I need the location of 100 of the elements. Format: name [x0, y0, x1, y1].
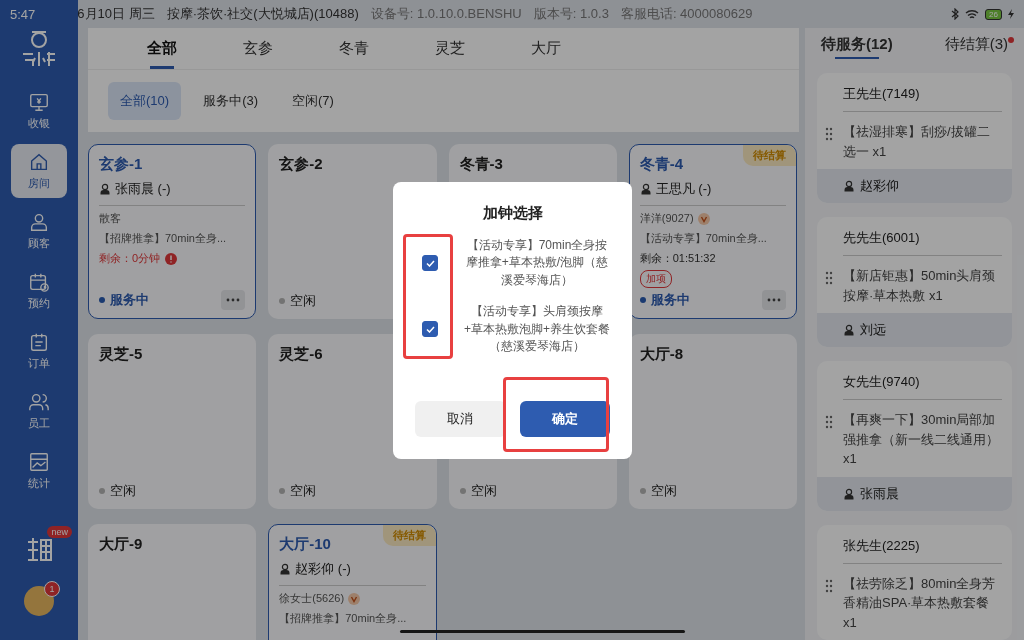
- customer-name: 散客: [99, 211, 121, 227]
- filter-chip[interactable]: 空闲(7): [280, 82, 346, 121]
- person-icon: [843, 324, 855, 336]
- room-name: 冬青-3: [459, 155, 503, 175]
- drag-handle-icon[interactable]: [825, 271, 833, 285]
- room-name: 冬青-4: [639, 155, 684, 175]
- queue-tab[interactable]: 待结算(3): [940, 28, 1012, 61]
- option-text: 【活动专享】头肩颈按摩+草本热敷泡脚+养生饮套餐（慈溪爱琴海店）: [463, 303, 611, 355]
- area-tab[interactable]: 灵芝: [402, 28, 498, 70]
- service-item: 【活动专享】70min全身...: [639, 231, 767, 247]
- drag-handle-icon[interactable]: [825, 415, 833, 429]
- service-item: 【新店钜惠】50min头肩颈按摩·草本热敷 x1: [843, 267, 997, 305]
- cancel-button[interactable]: 取消: [415, 401, 506, 437]
- room-card[interactable]: 大厅-10 待结算 赵彩仰 (-) 徐女士(5626) 【招牌推拿】70min全身...: [268, 524, 437, 640]
- staff-name: 王思凡 (-): [655, 180, 712, 199]
- service-item: 【再爽一下】30min局部加强推拿（新一线二线通用）x1: [843, 411, 1000, 468]
- room-name: 灵芝-5: [99, 345, 143, 365]
- customer-name: 先先生(6001): [843, 229, 1002, 256]
- room-name: 玄参-2: [279, 155, 323, 175]
- customer-name: 洋洋(9027): [639, 211, 694, 227]
- avatar[interactable]: [24, 586, 54, 616]
- room-status: 空闲: [110, 482, 136, 501]
- status-date: 6月10日 周三: [77, 5, 155, 23]
- sidebar-item[interactable]: 员工: [11, 384, 67, 438]
- cashier-monitor-icon: [28, 91, 50, 113]
- staff-name: 张雨晨: [860, 484, 899, 503]
- room-status: 空闲: [290, 482, 317, 501]
- sidebar-item[interactable]: 房间: [11, 144, 67, 198]
- room-card[interactable]: 灵芝-5 空闲: [88, 334, 257, 510]
- person-icon: [28, 211, 50, 233]
- wifi-icon: [965, 8, 980, 20]
- service-item: 【招牌推拿】70min全身...: [99, 231, 227, 247]
- room-card[interactable]: 大厅-9: [88, 524, 257, 640]
- chart-icon: [28, 451, 50, 473]
- area-tab[interactable]: 全部: [114, 28, 210, 70]
- pending-checkout-badge: 待结算: [382, 525, 436, 547]
- bluetooth-icon: [951, 8, 960, 20]
- order-card[interactable]: 张先生(2225) 【祛劳除乏】80min全身芳香精油SPA·草本热敷套餐 x1: [817, 524, 1012, 640]
- sidebar-item[interactable]: 顾客: [11, 204, 67, 258]
- home-icon: [28, 151, 50, 173]
- calendar-clock-icon: [28, 271, 50, 293]
- sidebar-item[interactable]: 收银: [11, 84, 67, 138]
- drag-handle-icon[interactable]: [825, 578, 833, 593]
- order-card[interactable]: 女先生(9740) 【再爽一下】30min局部加强推拿（新一线二线通用）x1 张雨晨: [817, 361, 1012, 511]
- area-tab[interactable]: 冬青: [306, 28, 402, 70]
- more-button[interactable]: [221, 290, 246, 311]
- customer-name: 王先生(7149): [843, 85, 1002, 112]
- sidebar-item[interactable]: 订单: [11, 324, 67, 378]
- room-status: 服务中: [650, 291, 690, 310]
- more-button[interactable]: [762, 290, 786, 311]
- order-card[interactable]: 先先生(6001) 【新店钜惠】50min头肩颈按摩·草本热敷 x1 刘远: [817, 217, 1012, 347]
- check-icon: [425, 259, 435, 267]
- notification-badge: 1: [44, 581, 60, 597]
- filter-chip[interactable]: 服务中(3): [191, 82, 270, 121]
- people-icon: [28, 391, 50, 413]
- confirm-button[interactable]: 确定: [519, 401, 610, 437]
- room-name: 大厅-9: [99, 535, 143, 555]
- person-icon: [843, 487, 855, 500]
- room-card[interactable]: 大厅-8 空闲: [628, 334, 797, 510]
- sidebar-item[interactable]: 统计: [11, 444, 67, 498]
- service-phone: 客服电话: 4000080629: [620, 5, 753, 23]
- service-item: 【招牌推拿】70min全身...: [279, 611, 407, 627]
- person-icon: [843, 180, 855, 192]
- store-name: 按摩·茶饮·社交(大悦城店)(10488): [166, 5, 359, 23]
- area-tab[interactable]: 玄参: [210, 28, 306, 70]
- staff-name: 张雨晨 (-): [115, 180, 171, 199]
- status-time: 5:47: [10, 6, 36, 22]
- dialog-title: 加钟选择: [481, 204, 544, 223]
- service-item: 【祛劳除乏】80min全身芳香精油SPA·草本热敷套餐 x1: [843, 574, 997, 632]
- sidebar-item[interactable]: 预约: [11, 264, 67, 318]
- service-item: 【祛湿排寒】刮痧/拔罐二选一 x1: [843, 123, 991, 161]
- charging-icon: [1008, 9, 1014, 19]
- queue-tab[interactable]: 待服务(12): [817, 28, 897, 61]
- room-status: 空闲: [650, 482, 677, 501]
- room-status: 空闲: [470, 482, 497, 501]
- area-tab[interactable]: 大厅: [498, 28, 594, 70]
- checkbox[interactable]: [422, 321, 438, 338]
- more-icon: [767, 298, 781, 303]
- pending-checkout-badge: 待结算: [743, 145, 796, 167]
- order-card[interactable]: 王先生(7149) 【祛湿排寒】刮痧/拔罐二选一 x1 赵彩仰: [817, 73, 1012, 203]
- person-icon: [279, 563, 292, 576]
- battery-level: 26: [985, 8, 1002, 20]
- customer-name: 张先生(2225): [843, 536, 1002, 564]
- warning-icon: [165, 252, 178, 265]
- room-name: 大厅-8: [639, 345, 684, 365]
- remaining-time: 剩余：0分钟: [99, 251, 161, 267]
- room-name: 灵芝-6: [279, 345, 323, 365]
- filter-chip[interactable]: 全部(10): [108, 82, 182, 121]
- drag-handle-icon[interactable]: [825, 127, 833, 141]
- customer-name: 徐女士(5626): [279, 591, 345, 607]
- remaining-time: 剩余：01:51:32: [639, 251, 716, 267]
- room-card[interactable]: 玄参-1 张雨晨 (-) 散客 【招牌推拿】70min全身... 剩余：0分钟 服务中: [88, 144, 257, 320]
- version-number: 版本号: 1.0.3: [533, 5, 609, 23]
- room-card[interactable]: 冬青-4 待结算 王思凡 (-) 洋洋(9027) 【活动专享】70min全身... 剩余：01:51:32 加项 服务中: [628, 144, 797, 320]
- checkbox[interactable]: [422, 255, 438, 272]
- person-icon: [99, 183, 111, 196]
- more-icon: [226, 298, 241, 303]
- device-number: 设备号: 1.0.10.0.BENSHU: [370, 5, 522, 23]
- option-text: 【活动专享】70min全身按摩推拿+草本热敷/泡脚（慈溪爱琴海店）: [464, 237, 610, 289]
- add-on-tag: 加项: [639, 270, 672, 289]
